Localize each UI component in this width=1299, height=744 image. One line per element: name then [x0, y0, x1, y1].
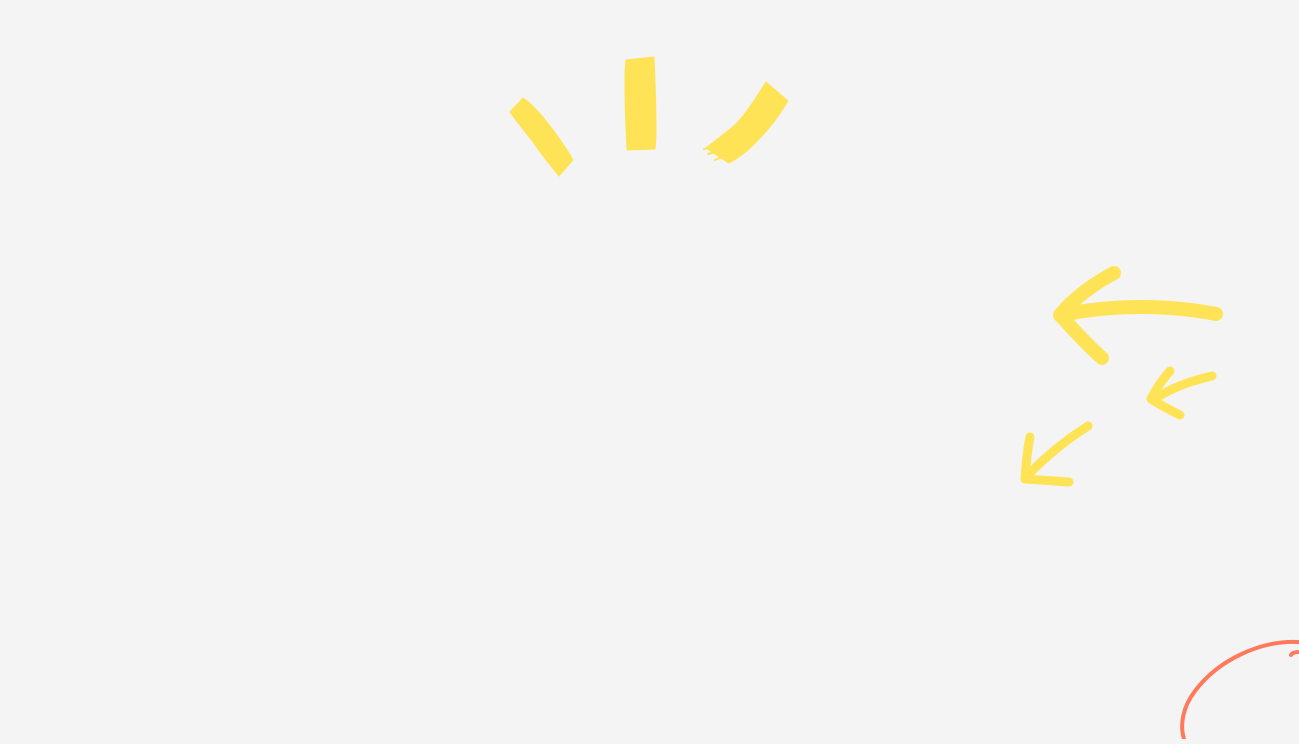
sparkle-stroke-left	[509, 97, 574, 177]
doodle-layer	[509, 56, 1299, 741]
small-arrow-bottom-left-icon	[1020, 421, 1093, 487]
doodle-canvas	[0, 0, 1299, 741]
large-curved-arrow-icon	[1053, 266, 1223, 365]
small-arrow-right-icon	[1146, 366, 1217, 420]
sparkle-group-icon	[509, 56, 789, 177]
partial-circle-icon	[1180, 639, 1299, 741]
sparkle-stroke-center	[624, 56, 657, 151]
